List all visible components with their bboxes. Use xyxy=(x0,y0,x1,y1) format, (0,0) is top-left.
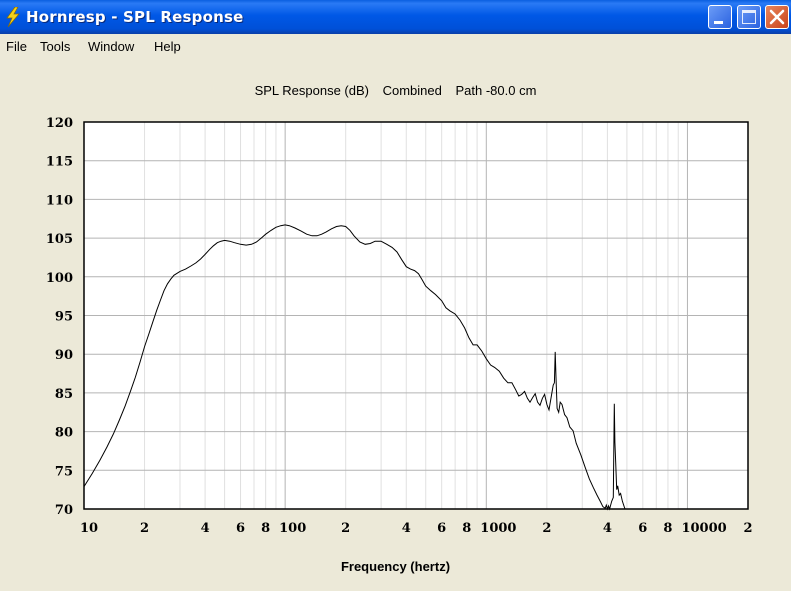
y-tick-label: 85 xyxy=(55,387,73,402)
x-tick-label: 10000 xyxy=(681,521,726,536)
x-tick-label: 100 xyxy=(279,521,306,536)
y-tick-label: 90 xyxy=(55,348,73,363)
x-tick-label: 2 xyxy=(542,521,551,536)
spl-chart: 120 115 110 105 100 95 90 85 80 75 70 10 2 4 6 8 100 2 4 6… xyxy=(46,116,753,536)
y-tick-label: 70 xyxy=(55,503,73,518)
x-tick-label: 2 xyxy=(140,521,149,536)
y-tick-label: 110 xyxy=(46,193,73,208)
y-axis-ticks: 120 115 110 105 100 95 90 85 80 75 70 xyxy=(46,116,73,518)
x-tick-label: 6 xyxy=(437,521,446,536)
y-tick-label: 115 xyxy=(46,155,73,170)
x-tick-label: 8 xyxy=(261,521,270,536)
x-tick-label: 2 xyxy=(341,521,350,536)
y-tick-label: 120 xyxy=(46,116,73,131)
x-tick-label: 8 xyxy=(663,521,672,536)
x-tick-label: 2 xyxy=(743,521,752,536)
x-tick-label: 8 xyxy=(462,521,471,536)
y-tick-label: 105 xyxy=(46,232,73,247)
x-tick-label: 1000 xyxy=(480,521,516,536)
x-tick-label: 6 xyxy=(638,521,647,536)
y-tick-label: 75 xyxy=(55,464,73,479)
x-tick-label: 4 xyxy=(603,521,612,536)
y-tick-label: 95 xyxy=(55,310,73,325)
x-tick-label: 6 xyxy=(236,521,245,536)
x-tick-label: 10 xyxy=(80,521,98,536)
y-tick-label: 80 xyxy=(55,426,73,441)
x-tick-label: 4 xyxy=(402,521,411,536)
y-tick-label: 100 xyxy=(46,271,73,286)
x-axis-title: Frequency (hertz) xyxy=(340,559,451,574)
x-axis-ticks: 10 2 4 6 8 100 2 4 6 8 1000 2 4 6 8 10000 2 xyxy=(80,521,753,536)
x-tick-label: 4 xyxy=(201,521,210,536)
